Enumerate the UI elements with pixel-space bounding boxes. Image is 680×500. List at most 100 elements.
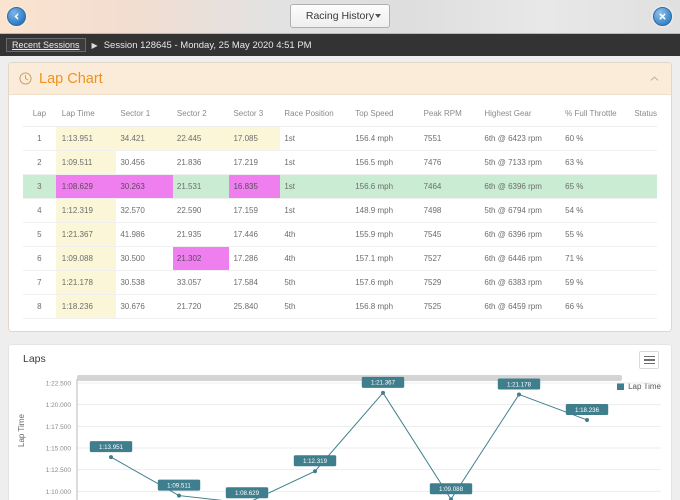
cell-top-speed: 156.6 mph [351, 175, 419, 199]
cell-top-speed: 156.8 mph [351, 295, 419, 319]
chart-y-tick-label: 1:10.000 [46, 489, 72, 496]
cell-lap-time: 1:13.951 [56, 127, 117, 151]
cell-race-position: 1st [280, 199, 351, 223]
chart-data-label: 1:12.319 [294, 455, 336, 466]
cell-highest-gear: 5th @ 6794 rpm [480, 199, 561, 223]
close-button[interactable] [653, 7, 672, 26]
cell-lap-time: 1:21.178 [56, 271, 117, 295]
cell-sector-2: 21.302 [173, 247, 230, 271]
cell-peak-rpm: 7551 [420, 127, 481, 151]
chart-data-point[interactable] [313, 469, 317, 473]
cell-full-throttle: 65 % [561, 175, 630, 199]
table-row[interactable]: 3 1:08.629 30.263 21.531 16.835 1st 156.… [23, 175, 657, 199]
cell-sector-1: 34.421 [116, 127, 173, 151]
svg-text:1:21.178: 1:21.178 [507, 381, 532, 388]
cell-sector-1: 30.500 [116, 247, 173, 271]
cell-full-throttle: 63 % [561, 151, 630, 175]
column-header-lap-time[interactable]: Lap Time [56, 103, 117, 127]
chart-y-tick-label: 1:22.500 [46, 381, 72, 388]
table-row[interactable]: 7 1:21.178 30.538 33.057 17.584 5th 157.… [23, 271, 657, 295]
cell-top-speed: 148.9 mph [351, 199, 419, 223]
cell-race-position: 1st [280, 175, 351, 199]
chart-data-label: 1:08.629 [226, 487, 268, 498]
chart-data-point[interactable] [585, 418, 589, 422]
column-header-race-position[interactable]: Race Position [280, 103, 351, 127]
column-header-status[interactable]: Status [630, 103, 657, 127]
chevron-down-icon [375, 14, 381, 18]
cell-lap-time: 1:08.629 [56, 175, 117, 199]
chart-data-point[interactable] [381, 391, 385, 395]
clock-icon [19, 72, 32, 85]
cell-race-position: 5th [280, 295, 351, 319]
cell-status [630, 271, 657, 295]
table-row[interactable]: 8 1:18.236 30.676 21.720 25.840 5th 156.… [23, 295, 657, 319]
svg-text:1:18.236: 1:18.236 [575, 407, 600, 414]
lap-table: Lap Lap Time Sector 1 Sector 2 Sector 3 … [23, 103, 657, 319]
cell-peak-rpm: 7498 [420, 199, 481, 223]
cell-lap-time: 1:12.319 [56, 199, 117, 223]
cell-peak-rpm: 7464 [420, 175, 481, 199]
chart-data-point[interactable] [517, 392, 521, 396]
cell-sector-1: 30.456 [116, 151, 173, 175]
table-row[interactable]: 6 1:09.088 30.500 21.302 17.286 4th 157.… [23, 247, 657, 271]
column-header-top-speed[interactable]: Top Speed [351, 103, 419, 127]
mode-select-label: Racing History [306, 10, 374, 22]
cell-lap: 2 [23, 151, 56, 175]
laps-line-chart[interactable]: 1:22.5001:20.0001:17.5001:15.0001:12.500… [9, 345, 672, 500]
back-button[interactable] [7, 7, 26, 26]
table-header-row: Lap Lap Time Sector 1 Sector 2 Sector 3 … [23, 103, 657, 127]
cell-full-throttle: 66 % [561, 295, 630, 319]
cell-lap: 8 [23, 295, 56, 319]
table-row[interactable]: 5 1:21.367 41.986 21.935 17.446 4th 155.… [23, 223, 657, 247]
chart-data-label: 1:09.088 [430, 483, 472, 494]
cell-highest-gear: 6th @ 6396 rpm [480, 175, 561, 199]
chevron-up-icon[interactable] [650, 76, 659, 81]
cell-highest-gear: 5th @ 7133 rpm [480, 151, 561, 175]
column-header-full-throttle[interactable]: % Full Throttle [561, 103, 630, 127]
table-row[interactable]: 4 1:12.319 32.570 22.590 17.159 1st 148.… [23, 199, 657, 223]
breadcrumb-current-session: Session 128645 - Monday, 25 May 2020 4:5… [104, 40, 312, 51]
table-row[interactable]: 1 1:13.951 34.421 22.445 17.085 1st 156.… [23, 127, 657, 151]
cell-sector-2: 33.057 [173, 271, 230, 295]
cell-sector-3: 25.840 [229, 295, 280, 319]
lap-chart-panel-header[interactable]: Lap Chart [9, 63, 671, 95]
cell-peak-rpm: 7476 [420, 151, 481, 175]
cell-sector-1: 30.676 [116, 295, 173, 319]
cell-race-position: 1st [280, 151, 351, 175]
cell-lap-time: 1:09.511 [56, 151, 117, 175]
chart-data-point[interactable] [177, 494, 181, 498]
cell-lap: 7 [23, 271, 56, 295]
chart-data-point[interactable] [109, 455, 113, 459]
column-header-sector-3[interactable]: Sector 3 [229, 103, 280, 127]
cell-sector-3: 17.085 [229, 127, 280, 151]
cell-peak-rpm: 7545 [420, 223, 481, 247]
chart-y-tick-label: 1:17.500 [46, 424, 72, 431]
cell-highest-gear: 6th @ 6423 rpm [480, 127, 561, 151]
cell-sector-2: 21.935 [173, 223, 230, 247]
back-arrow-icon [11, 11, 22, 22]
mode-select[interactable]: Racing History [290, 4, 390, 28]
cell-sector-3: 17.219 [229, 151, 280, 175]
cell-sector-1: 32.570 [116, 199, 173, 223]
cell-top-speed: 156.5 mph [351, 151, 419, 175]
cell-highest-gear: 6th @ 6459 rpm [480, 295, 561, 319]
column-header-highest-gear[interactable]: Highest Gear [480, 103, 561, 127]
cell-status [630, 295, 657, 319]
column-header-sector-2[interactable]: Sector 2 [173, 103, 230, 127]
svg-text:1:13.951: 1:13.951 [99, 444, 124, 451]
cell-highest-gear: 6th @ 6383 rpm [480, 271, 561, 295]
cell-lap-time: 1:09.088 [56, 247, 117, 271]
lap-table-body: 1 1:13.951 34.421 22.445 17.085 1st 156.… [23, 127, 657, 319]
cell-lap: 3 [23, 175, 56, 199]
breadcrumb: Recent Sessions ▶ Session 128645 - Monda… [0, 34, 680, 56]
table-row[interactable]: 2 1:09.511 30.456 21.836 17.219 1st 156.… [23, 151, 657, 175]
cell-full-throttle: 55 % [561, 223, 630, 247]
svg-text:1:12.319: 1:12.319 [303, 458, 328, 465]
cell-peak-rpm: 7529 [420, 271, 481, 295]
column-header-sector-1[interactable]: Sector 1 [116, 103, 173, 127]
column-header-peak-rpm[interactable]: Peak RPM [420, 103, 481, 127]
cell-highest-gear: 6th @ 6446 rpm [480, 247, 561, 271]
chart-y-tick-label: 1:20.000 [46, 402, 72, 409]
column-header-lap[interactable]: Lap [23, 103, 56, 127]
breadcrumb-link-recent-sessions[interactable]: Recent Sessions [6, 38, 86, 52]
